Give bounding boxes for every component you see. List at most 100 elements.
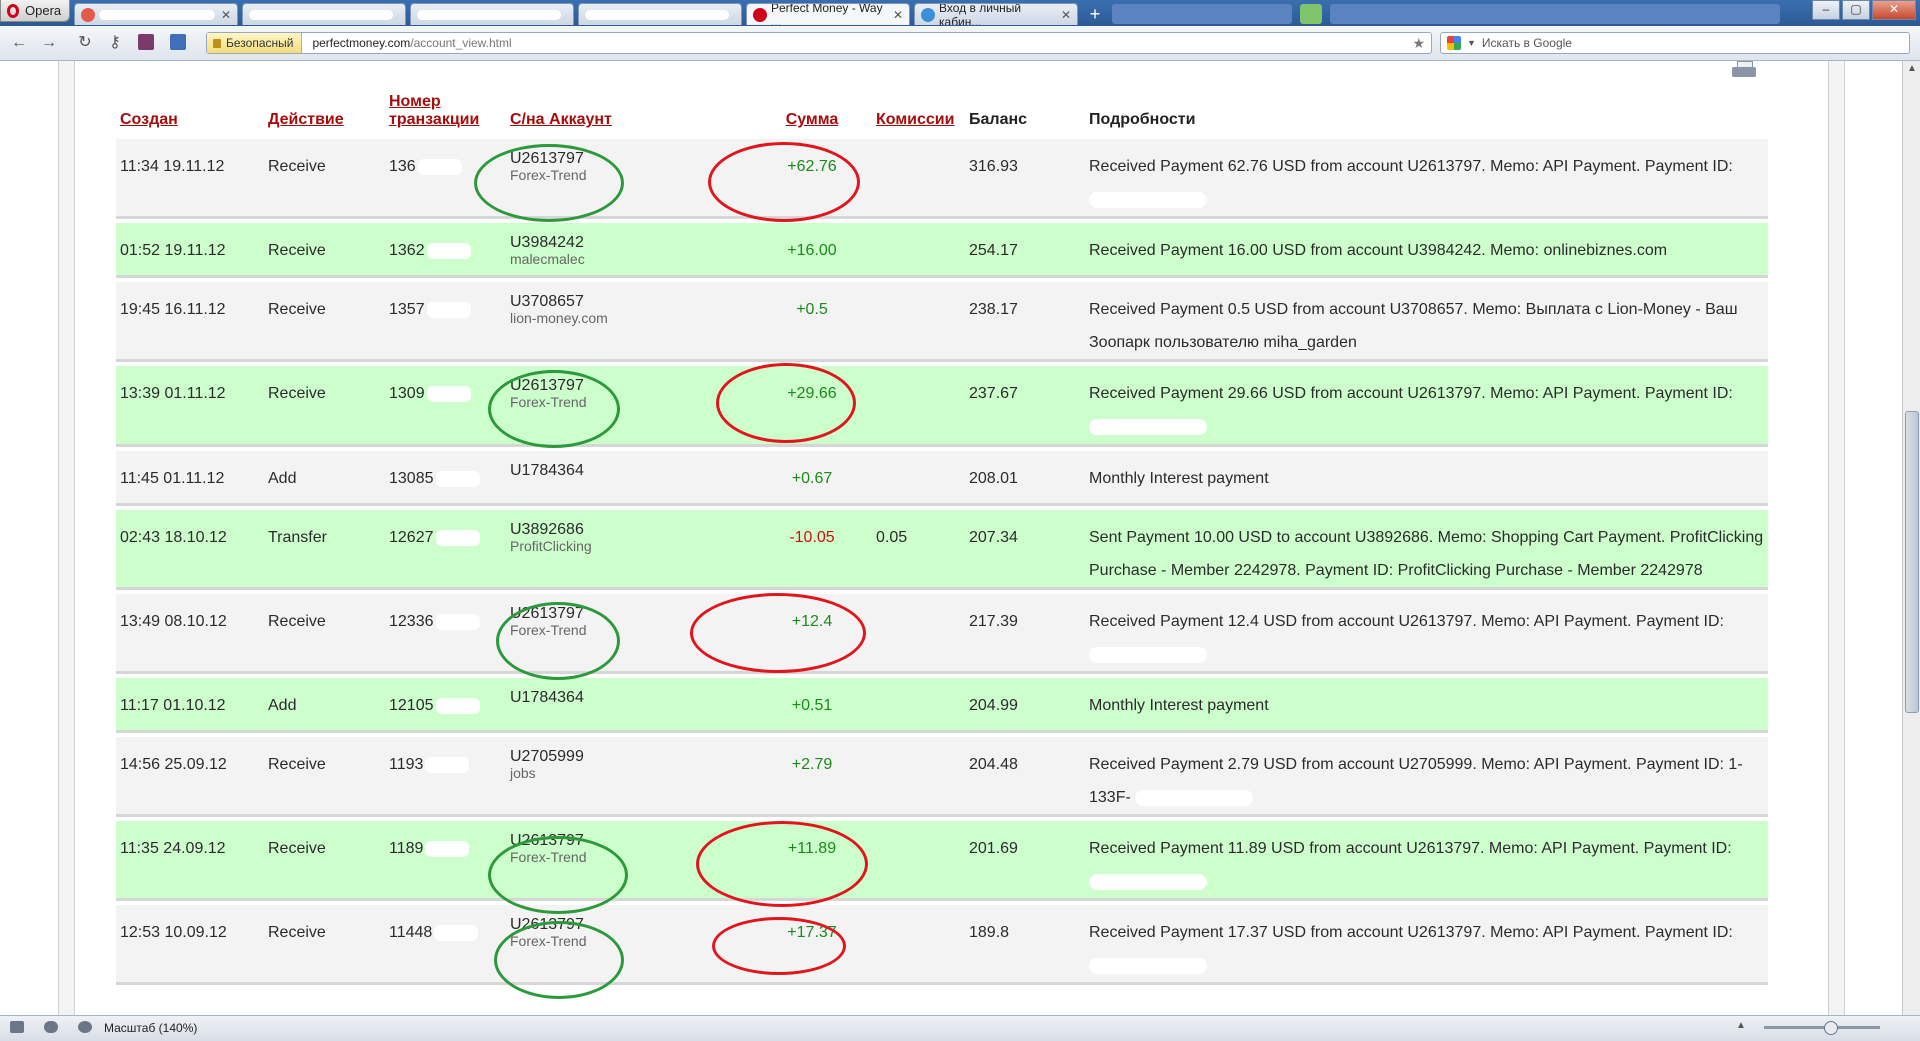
search-field[interactable]: ▼ Искать в Google xyxy=(1440,32,1910,54)
column-header-created[interactable]: Создан xyxy=(116,93,264,135)
tab-redacted[interactable] xyxy=(1112,4,1292,24)
account-id[interactable]: U2613797 xyxy=(510,916,584,933)
status-bar: Масштаб (140%) ▲ xyxy=(0,1015,1920,1041)
back-icon[interactable]: ← xyxy=(10,34,28,52)
redaction-mask xyxy=(435,697,480,714)
cell-account: U2613797 Forex-Trend xyxy=(506,594,752,674)
transaction-id[interactable]: 1309 xyxy=(389,385,425,402)
redaction-mask xyxy=(417,158,462,175)
cell-fee xyxy=(872,905,965,985)
cell-fee xyxy=(872,821,965,901)
transaction-id[interactable]: 12105 xyxy=(389,697,434,714)
panel-toggle-icon[interactable] xyxy=(10,1021,24,1033)
cell-transaction[interactable]: 1189 xyxy=(385,821,506,901)
account-id[interactable]: U1784364 xyxy=(510,689,584,706)
extension-icon[interactable] xyxy=(138,34,154,50)
tab-redacted[interactable] xyxy=(1300,4,1322,24)
column-header-details: Подробности xyxy=(1089,111,1196,128)
account-id[interactable]: U2613797 xyxy=(510,377,584,394)
account-id[interactable]: U2613797 xyxy=(510,832,584,849)
scrollbar-thumb[interactable] xyxy=(1905,411,1919,713)
zoom-level[interactable]: Масштаб (140%) xyxy=(104,1021,197,1035)
zoom-slider[interactable] xyxy=(1764,1021,1880,1035)
extension-icon[interactable] xyxy=(170,34,186,50)
cell-transaction[interactable]: 1309 xyxy=(385,366,506,447)
cell-transaction[interactable]: 12627 xyxy=(385,510,506,590)
cell-details: Received Payment 2.79 USD from account U… xyxy=(1085,737,1768,817)
opera-menu-button[interactable]: Opera xyxy=(0,0,70,22)
cell-transaction[interactable]: 11448 xyxy=(385,905,506,985)
column-header-amount[interactable]: Сумма xyxy=(752,93,872,135)
cell-transaction[interactable]: 12336 xyxy=(385,594,506,674)
transaction-id[interactable]: 12627 xyxy=(389,529,434,546)
account-id[interactable]: U1784364 xyxy=(510,462,584,479)
google-icon xyxy=(1447,36,1461,50)
column-header-action[interactable]: Действие xyxy=(264,93,385,135)
maximize-icon[interactable]: ▢ xyxy=(1842,0,1870,20)
cell-transaction[interactable]: 1362 xyxy=(385,223,506,278)
tab-3[interactable] xyxy=(410,3,574,25)
details-text: Received Payment 12.4 USD from account U… xyxy=(1089,613,1724,630)
cell-transaction[interactable]: 1357 xyxy=(385,282,506,362)
url-field[interactable]: Безопасный perfectmoney.com/account_view… xyxy=(206,32,1432,54)
tab-4[interactable] xyxy=(578,3,742,25)
redaction-mask xyxy=(435,470,480,487)
cell-fee xyxy=(872,223,965,278)
scroll-up-icon[interactable]: ▲ xyxy=(1903,61,1920,77)
tab-close-icon[interactable]: ✕ xyxy=(221,8,231,22)
tab-perfect-money[interactable]: Perfect Money - Way ... ✕ xyxy=(746,3,910,25)
column-header-account[interactable]: С/на Аккаунт xyxy=(506,93,752,135)
tab-close-icon[interactable]: ✕ xyxy=(1061,8,1071,22)
transaction-id[interactable]: 12336 xyxy=(389,613,434,630)
account-name: ProfitClicking xyxy=(510,538,592,554)
cell-created: 12:53 10.09.12 xyxy=(116,905,264,985)
account-id[interactable]: U3892686 xyxy=(510,521,584,538)
transaction-id[interactable]: 1193 xyxy=(389,756,423,773)
bookmark-star-icon[interactable]: ★ xyxy=(1412,35,1425,52)
cell-created: 13:49 08.10.12 xyxy=(116,594,264,674)
tab-close-icon[interactable]: ✕ xyxy=(893,8,903,22)
new-tab-icon[interactable]: + xyxy=(1084,4,1106,24)
cell-balance: 204.99 xyxy=(965,678,1085,733)
key-icon[interactable]: ⚷ xyxy=(106,34,124,52)
cell-account: U2613797 Forex-Trend xyxy=(506,139,752,219)
transaction-id[interactable]: 1357 xyxy=(389,301,425,318)
chevron-down-icon[interactable]: ▼ xyxy=(1467,38,1476,48)
minimize-icon[interactable]: – xyxy=(1812,0,1840,20)
transaction-id[interactable]: 136 xyxy=(389,158,416,175)
speed-dial-icon[interactable] xyxy=(78,1021,92,1033)
cell-details: Received Payment 0.5 USD from account U3… xyxy=(1085,282,1768,362)
tab-login[interactable]: Вход в личный кабин... ✕ xyxy=(914,3,1078,25)
tab-2[interactable] xyxy=(242,3,406,25)
close-window-icon[interactable]: ✕ xyxy=(1872,0,1916,20)
transaction-id[interactable]: 13085 xyxy=(389,470,434,487)
transaction-id[interactable]: 1189 xyxy=(389,840,423,857)
cell-transaction[interactable]: 13085 xyxy=(385,451,506,506)
account-id[interactable]: U3984242 xyxy=(510,234,584,251)
account-id[interactable]: U3708657 xyxy=(510,293,584,310)
account-id[interactable]: U2613797 xyxy=(510,605,584,622)
zoom-slider-knob[interactable] xyxy=(1824,1021,1838,1035)
vertical-scrollbar[interactable]: ▲ xyxy=(1902,61,1920,1015)
tab-1[interactable]: ✕ xyxy=(74,3,238,25)
account-id[interactable]: U2705999 xyxy=(510,748,584,765)
print-icon[interactable] xyxy=(1732,61,1756,81)
transaction-id[interactable]: 11448 xyxy=(389,924,432,941)
cell-transaction[interactable]: 1193 xyxy=(385,737,506,817)
reload-icon[interactable]: ↻ xyxy=(76,34,94,52)
transaction-id[interactable]: 1362 xyxy=(389,242,425,259)
cell-created: 14:56 25.09.12 xyxy=(116,737,264,817)
column-header-transaction[interactable]: Номер транзакции xyxy=(385,93,506,135)
forward-icon[interactable]: → xyxy=(40,34,58,52)
cell-transaction[interactable]: 136 xyxy=(385,139,506,219)
cloud-icon[interactable] xyxy=(44,1021,58,1033)
cell-transaction[interactable]: 12105 xyxy=(385,678,506,733)
account-id[interactable]: U2613797 xyxy=(510,150,584,167)
account-name: lion-money.com xyxy=(510,310,608,326)
zoom-up-icon[interactable]: ▲ xyxy=(1736,1020,1746,1031)
column-header-fee[interactable]: Комиссии xyxy=(872,93,965,135)
tab-redacted[interactable] xyxy=(1330,4,1780,24)
redaction-mask xyxy=(1135,789,1254,806)
cell-details: Received Payment 29.66 USD from account … xyxy=(1085,366,1768,447)
security-badge[interactable]: Безопасный xyxy=(207,33,303,53)
